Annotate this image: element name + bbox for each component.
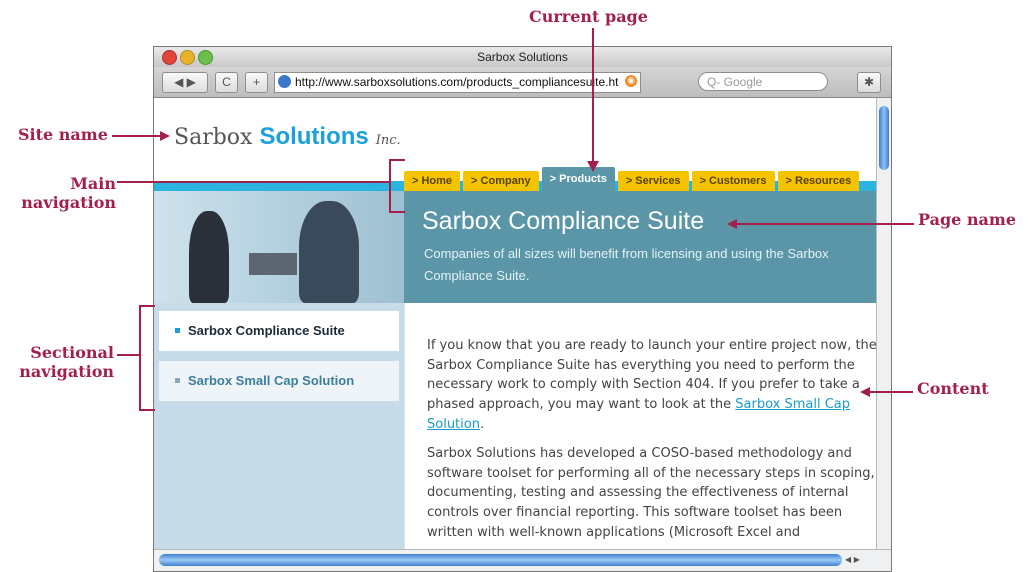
page-subtitle: Companies of all sizes will benefit from… [424,246,829,283]
callout-sectional-navigation: Sectional navigation [19,343,114,381]
bullet-icon [175,328,180,333]
photo-person-left [189,211,229,303]
back-forward-buttons[interactable]: ◀ ▶ [162,72,208,93]
nav-tab-2[interactable]: > Products [541,167,615,191]
window-title: Sarbox Solutions [477,50,568,64]
horizontal-scrollbar[interactable]: ◀ ▶ [154,549,891,571]
add-bookmark-button[interactable]: + [245,72,268,93]
bug-report-icon[interactable]: ✱ [857,72,881,93]
content-text-end: . [479,416,485,432]
section-nav-label: Sarbox Small Cap Solution [188,373,355,388]
nav-tab-4[interactable]: > Customers [691,171,775,191]
rss-icon[interactable]: ◉ [625,75,637,87]
globe-icon [278,75,291,88]
bullet-icon [175,378,180,383]
section-nav-item-small-cap[interactable]: Sarbox Small Cap Solution [159,361,399,401]
nav-tab-5[interactable]: > Resources [777,171,860,191]
content-paragraph: Sarbox Solutions has developed a COSO-ba… [427,446,875,540]
callout-page-name: Page name [918,210,1017,229]
callout-current-page: Current page [529,7,648,26]
content-paragraph: If you know that you are ready to launch… [427,336,876,435]
main-navigation: > Home > Company > Products > Services > Cus… [404,167,862,191]
callout-content: Content [917,379,989,398]
hero-photo [154,191,404,303]
logo-text-strong: Solutions [259,123,369,150]
callout-main-navigation: Main navigation [21,174,116,212]
address-url: http://www.sarboxsolutions.com/products_… [295,75,619,89]
vertical-scroll-thumb[interactable] [879,106,889,170]
scroll-arrows-icon[interactable]: ◀ ▶ [845,555,860,564]
photo-laptop [249,253,297,275]
logo-text: Sarbox [174,125,260,150]
section-nav-label: Sarbox Compliance Suite [188,323,345,338]
nav-tab-3[interactable]: > Services [617,171,689,191]
horizontal-scroll-thumb[interactable] [159,554,842,566]
callout-site-name: Site name [18,125,108,144]
browser-window: Sarbox Solutions ◀ ▶ C + http://www.sarb… [153,46,892,572]
nav-tab-0[interactable]: > Home [404,171,461,191]
reload-button[interactable]: C [215,72,238,93]
logo-inc: Inc. [375,133,401,148]
page-header: Sarbox Compliance Suite Companies of all… [404,191,876,303]
nav-tab-1[interactable]: > Company [463,171,539,191]
web-page: Sarbox Solutions Inc. > Home > Company > P… [154,98,876,549]
sectional-navigation: Sarbox Compliance Suite Sarbox Small Cap… [154,303,404,549]
section-nav-item-compliance-suite[interactable]: Sarbox Compliance Suite [159,311,399,351]
browser-toolbar: ◀ ▶ C + http://www.sarboxsolutions.com/p… [154,67,891,98]
page-content: If you know that you are ready to launch… [404,303,876,549]
site-logo[interactable]: Sarbox Solutions Inc. [174,123,401,151]
address-bar[interactable]: http://www.sarboxsolutions.com/products_… [274,72,641,93]
title-bar: Sarbox Solutions [154,47,891,67]
search-input[interactable]: Q- Google [698,72,828,91]
vertical-scrollbar[interactable] [876,98,891,549]
page-name: Sarbox Compliance Suite [422,207,705,235]
photo-person-right [299,201,359,303]
